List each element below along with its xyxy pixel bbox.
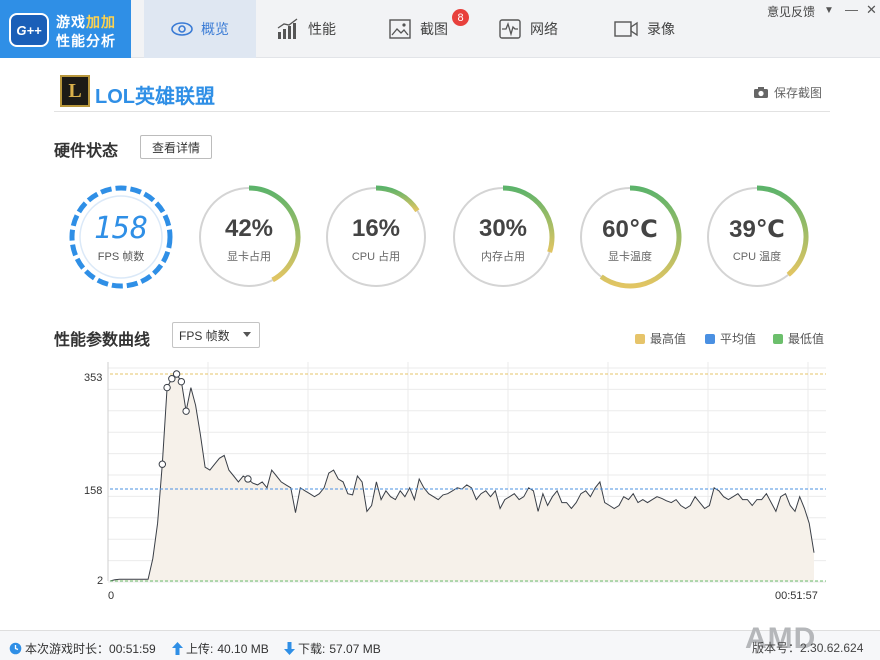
data-point-marker <box>182 407 190 415</box>
menu-dropdown-icon[interactable]: ▼ <box>824 5 834 16</box>
upload-stat: 上传: 40.10 MB <box>172 640 269 657</box>
legend-max: 最高值 <box>635 330 686 347</box>
upload-value: 40.10 MB <box>217 641 269 656</box>
memory-usage-label: 内存占用 <box>481 251 525 263</box>
metric-select-value: FPS 帧数 <box>179 328 230 343</box>
legend-max-swatch <box>635 333 645 344</box>
legend-min-label: 最低值 <box>788 332 825 346</box>
gpu-temp-label: 显卡温度 <box>608 251 652 263</box>
data-point-marker <box>172 370 181 378</box>
cpu-temp-gauge: 39℃ CPU 温度 <box>705 185 809 289</box>
version-value: 2.30.62.624 <box>800 641 864 655</box>
download-arrow-icon <box>284 642 295 655</box>
cpu-usage-value: 16% <box>351 215 401 242</box>
y-tick-avg: 158 <box>84 485 103 497</box>
close-button[interactable]: ✕ <box>866 2 877 18</box>
gpu-usage-label: 显卡占用 <box>227 251 271 263</box>
tab-network-label: 网络 <box>530 21 558 37</box>
save-screenshot-button[interactable]: 保存截图 <box>753 84 822 101</box>
version-info: 版本号：2.30.62.624 <box>752 639 863 656</box>
gauge-arc <box>375 185 420 213</box>
camera-icon <box>753 87 768 98</box>
upload-label: 上传: <box>186 642 214 656</box>
eye-icon <box>171 22 193 36</box>
metric-select[interactable]: FPS 帧数 <box>172 322 260 348</box>
tab-screenshot-label: 截图 <box>420 21 448 37</box>
legend-avg-swatch <box>705 333 715 344</box>
tab-recording[interactable]: 录像 <box>613 0 675 58</box>
app-logo: G++ <box>9 13 49 47</box>
game-icon: L <box>60 75 90 107</box>
top-bar: G++ 游戏加加 性能分析 概览 性能 截图 8 网络 录像 意见反馈 ▼ — … <box>0 0 880 58</box>
download-stat: 下载: 57.07 MB <box>284 640 381 657</box>
memory-usage-gauge: 30% 内存占用 <box>451 185 555 289</box>
feedback-link[interactable]: 意见反馈 <box>767 3 815 20</box>
game-header: L LOL英雄联盟 保存截图 <box>54 74 830 112</box>
fps-chart-svg <box>107 362 826 583</box>
legend-avg-label: 平均值 <box>720 332 757 346</box>
tab-performance-label: 性能 <box>308 21 336 37</box>
x-tick-start: 0 <box>108 590 115 602</box>
memory-usage-value: 30% <box>478 215 528 242</box>
fps-label: FPS 帧数 <box>97 251 145 263</box>
screenshot-count-badge: 8 <box>452 9 469 26</box>
cpu-temp-value: 39℃ <box>729 216 785 243</box>
fps-chart: 353 158 2 0 00:51:57 <box>0 360 880 610</box>
gpu-usage-value: 42% <box>224 215 274 242</box>
download-label: 下载: <box>298 642 326 656</box>
fps-value: 158 <box>93 211 149 246</box>
y-tick-max: 353 <box>84 372 103 384</box>
legend-min-swatch <box>773 333 783 344</box>
tab-screenshot[interactable]: 截图 8 <box>388 0 469 58</box>
cpu-usage-gauge: 16% CPU 占用 <box>324 185 428 289</box>
clock-icon <box>9 642 22 655</box>
brand-line-2: 性能分析 <box>56 33 116 49</box>
gpu-temp-gauge: 60℃ 显卡温度 <box>578 185 682 289</box>
legend-avg: 平均值 <box>705 330 756 347</box>
play-duration: 本次游戏时长： 00:51:59 <box>9 640 156 657</box>
legend-min: 最低值 <box>773 330 824 347</box>
play-duration-label: 本次游戏时长： <box>25 642 110 656</box>
legend-max-label: 最高值 <box>650 332 687 346</box>
video-camera-icon <box>614 21 638 37</box>
data-point-marker <box>177 377 186 386</box>
tab-overview-label: 概览 <box>201 21 229 37</box>
brand-line-1: 游戏加加 <box>56 12 116 32</box>
data-point-marker <box>163 383 171 392</box>
game-title: LOL英雄联盟 <box>95 86 215 108</box>
hardware-status-title: 硬件状态 <box>54 143 119 160</box>
play-duration-value: 00:51:59 <box>109 641 156 656</box>
cpu-temp-label: CPU 温度 <box>732 251 782 263</box>
save-screenshot-label: 保存截图 <box>773 86 822 100</box>
brand: G++ 游戏加加 性能分析 <box>0 0 131 58</box>
brand-line-1-b: 加加 <box>86 14 116 30</box>
fps-gauge: 158 FPS 帧数 <box>69 185 173 289</box>
chevron-down-icon <box>243 332 251 337</box>
performance-curve-title: 性能参数曲线 <box>54 332 151 349</box>
image-icon <box>389 19 411 39</box>
gpu-temp-value: 60℃ <box>602 216 658 243</box>
tab-performance[interactable]: 性能 <box>276 0 336 58</box>
view-details-button[interactable]: 查看详情 <box>140 135 212 159</box>
download-value: 57.07 MB <box>329 641 381 656</box>
x-tick-end: 00:51:57 <box>775 590 818 602</box>
bar-chart-icon <box>277 18 298 39</box>
data-point-marker <box>158 460 167 468</box>
tab-network[interactable]: 网络 <box>498 0 558 58</box>
tab-overview[interactable]: 概览 <box>144 0 256 58</box>
version-label: 版本号： <box>752 641 801 655</box>
data-point-marker <box>244 475 252 483</box>
pulse-icon <box>499 19 521 39</box>
tab-recording-label: 录像 <box>647 21 675 37</box>
cpu-usage-label: CPU 占用 <box>351 251 401 263</box>
minimize-button[interactable]: — <box>845 2 858 17</box>
y-tick-min: 2 <box>97 575 104 587</box>
gpu-usage-gauge: 42% 显卡占用 <box>197 185 301 289</box>
brand-line-1-a: 游戏 <box>56 14 86 30</box>
upload-arrow-icon <box>172 642 183 655</box>
